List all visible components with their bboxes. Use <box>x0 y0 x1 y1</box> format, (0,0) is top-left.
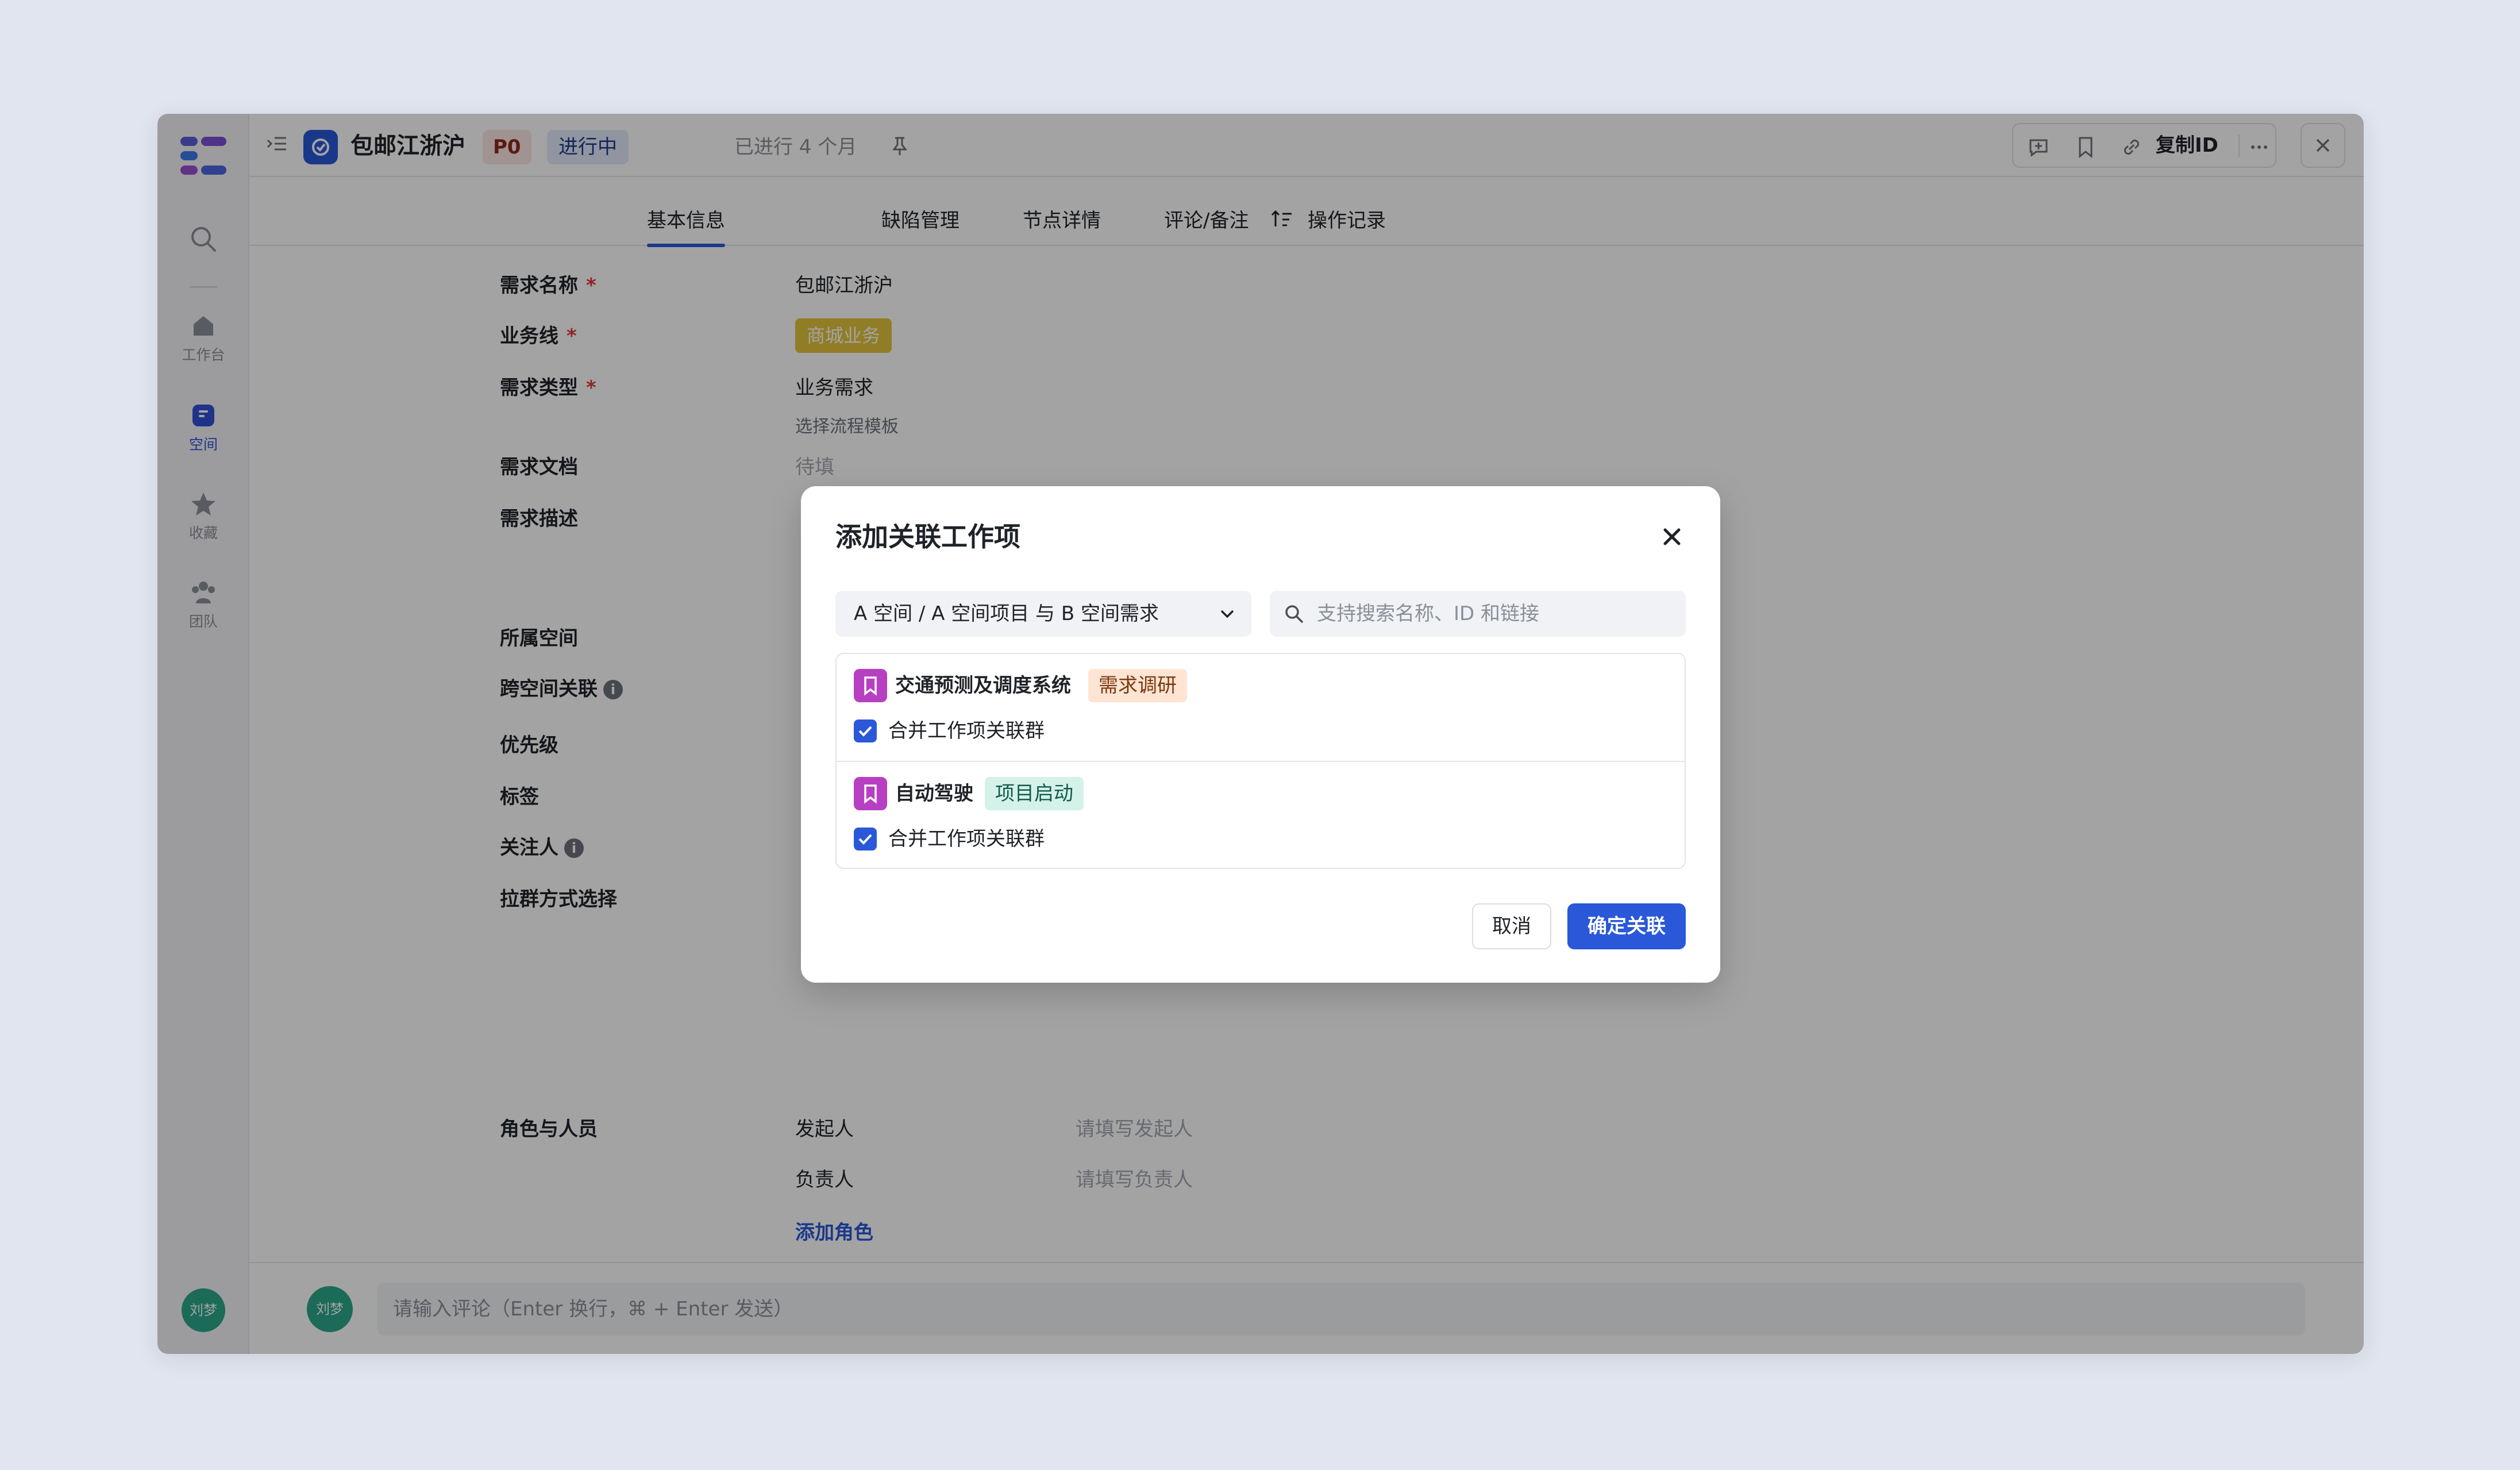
chevron-down-icon <box>1220 610 1234 618</box>
search-placeholder: 支持搜索名称、ID 和链接 <box>1317 602 1540 625</box>
cancel-button[interactable]: 取消 <box>1472 903 1551 949</box>
check-icon <box>858 726 872 737</box>
search-icon <box>1285 605 1303 623</box>
item-name: 自动驾驶 <box>895 782 973 805</box>
scope-select[interactable]: A 空间 / A 空间项目 与 B 空间需求 <box>835 591 1251 637</box>
work-item-icon <box>854 777 887 810</box>
list-item[interactable]: 交通预测及调度系统 需求调研 合并工作项关联群 <box>837 654 1685 761</box>
confirm-link-button[interactable]: 确定关联 <box>1567 903 1686 949</box>
merge-group-checkbox[interactable] <box>854 719 877 742</box>
dialog-title: 添加关联工作项 <box>835 521 1020 552</box>
list-item[interactable]: 自动驾驶 项目启动 合并工作项关联群 <box>837 761 1685 868</box>
checkbox-label[interactable]: 合并工作项关联群 <box>888 823 1045 855</box>
item-name: 交通预测及调度系统 <box>895 674 1071 697</box>
search-input[interactable]: 支持搜索名称、ID 和链接 <box>1270 591 1686 637</box>
dialog-close-icon[interactable] <box>1658 523 1686 551</box>
scope-select-value: A 空间 / A 空间项目 与 B 空间需求 <box>854 602 1159 625</box>
checkbox-label[interactable]: 合并工作项关联群 <box>888 715 1045 747</box>
merge-group-checkbox[interactable] <box>854 828 877 851</box>
item-stage-tag: 需求调研 <box>1088 669 1187 702</box>
check-icon <box>858 834 872 845</box>
work-item-icon <box>854 669 887 702</box>
item-stage-tag: 项目启动 <box>985 777 1084 810</box>
add-related-items-dialog: 添加关联工作项 A 空间 / A 空间项目 与 B 空间需求 支持搜索名称、ID… <box>801 486 1720 983</box>
related-items-list: 交通预测及调度系统 需求调研 合并工作项关联群 自动驾驶 项目启动 合并工作项关… <box>835 653 1686 869</box>
